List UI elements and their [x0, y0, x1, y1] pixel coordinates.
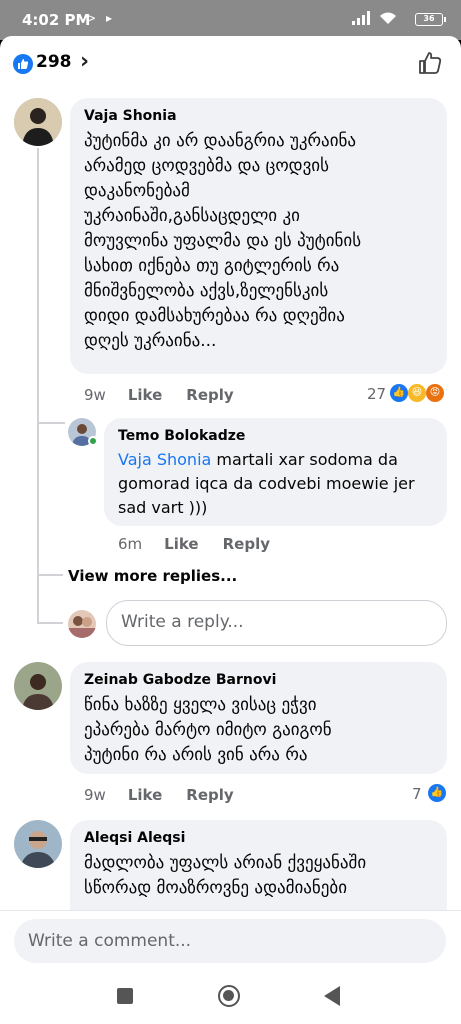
comment-reaction-count[interactable]: 7	[412, 785, 422, 803]
comment-time: 9w	[84, 386, 106, 404]
wifi-icon	[378, 11, 398, 28]
like-icon: 👍	[428, 784, 446, 802]
angry-icon: 😡	[426, 384, 444, 402]
thread-line	[37, 148, 39, 624]
thread-connector	[37, 574, 63, 576]
comment-author[interactable]: Vaja Shonia	[84, 108, 177, 124]
status-time: 4:02 PM	[22, 11, 91, 29]
comment-author[interactable]: Zeinab Gabodze Barnovi	[84, 672, 276, 688]
reaction-count: 298	[36, 52, 72, 72]
like-button[interactable]: Like	[128, 786, 162, 804]
reply-actions: 6m Like Reply	[118, 535, 294, 553]
like-icon: 👍	[390, 384, 408, 402]
chevron-right-icon[interactable]: ›	[80, 49, 89, 74]
comment-composer: Write a comment...	[0, 910, 461, 1024]
like-button[interactable]: Like	[128, 386, 162, 404]
comments-sheet: 298 › Vaja Shonia პუტინმა კი არ დაანგრია…	[0, 36, 461, 910]
reply-author[interactable]: Temo Bolokadze	[118, 428, 245, 444]
stop-square-icon[interactable]	[117, 988, 133, 1004]
reply-input[interactable]: Write a reply...	[106, 600, 447, 646]
thread-connector	[37, 622, 63, 624]
play-icon: ⊳	[86, 11, 97, 25]
home-circle-icon[interactable]	[218, 985, 240, 1007]
comment-author[interactable]: Aleqsi Aleqsi	[84, 830, 185, 846]
reply-text: Vaja Shonia martali xar sodoma da gomora…	[118, 448, 438, 520]
comment-text: მადლობა უფალს არიან ქვეყანაში სწორად მოა…	[84, 853, 367, 898]
avatar[interactable]	[14, 820, 62, 868]
comment-reaction-count[interactable]: 27	[367, 385, 386, 403]
reaction-summary[interactable]: 298 ›	[0, 36, 461, 92]
like-button[interactable]: Like	[164, 535, 198, 553]
thread-connector	[37, 422, 65, 424]
comment-input[interactable]: Write a comment...	[14, 919, 446, 963]
comment-text: პუტინმა კი არ დაანგრია უკრაინა არამედ ცო…	[84, 131, 362, 351]
battery-level: 36	[423, 14, 435, 23]
comment-actions: 9w Like Reply	[84, 386, 258, 404]
android-nav-bar	[0, 971, 461, 1024]
reply-button[interactable]: Reply	[186, 786, 233, 804]
reply-time: 6m	[118, 535, 143, 553]
media-icon: ▸	[106, 11, 113, 25]
reply-button[interactable]: Reply	[223, 535, 270, 553]
view-more-replies-link[interactable]: View more replies...	[68, 567, 237, 585]
avatar[interactable]	[14, 662, 62, 710]
mention-link[interactable]: Vaja Shonia	[118, 450, 211, 469]
thumbs-up-outline-icon[interactable]	[417, 50, 443, 76]
current-user-avatar[interactable]	[68, 610, 96, 638]
haha-icon: 😆	[408, 384, 426, 402]
back-triangle-icon[interactable]	[324, 986, 340, 1006]
battery-icon: 36	[415, 13, 446, 26]
online-indicator	[88, 436, 98, 446]
comment-actions: 9w Like Reply	[84, 786, 258, 804]
comment-text: წინა ხაზზე ყველა ვისაც ეჭვი ეპარება მარტ…	[84, 695, 332, 765]
status-bar: 4:02 PM ⊳ ▸ 36	[0, 0, 461, 40]
like-icon	[13, 54, 33, 74]
signal-icon	[352, 11, 372, 28]
comment-time: 9w	[84, 786, 106, 804]
avatar[interactable]	[14, 98, 62, 146]
reply-button[interactable]: Reply	[186, 386, 233, 404]
